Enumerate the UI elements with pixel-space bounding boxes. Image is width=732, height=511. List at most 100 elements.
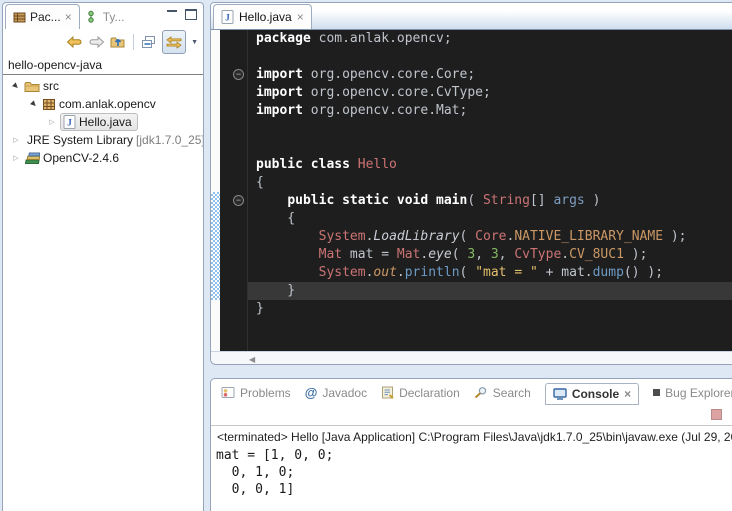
tab-type-hierarchy[interactable]: Ty... bbox=[80, 4, 132, 29]
tree-item-label: src bbox=[43, 79, 59, 93]
chevron-expanded-icon[interactable]: ▶ bbox=[10, 80, 23, 93]
minimize-icon[interactable] bbox=[167, 10, 177, 19]
chevron-collapsed-icon[interactable]: ▷ bbox=[47, 118, 57, 126]
library-icon bbox=[24, 152, 40, 165]
eclipse-window: Pac... × Ty... bbox=[0, 0, 732, 511]
back-button[interactable] bbox=[66, 32, 83, 52]
code-line[interactable]: public class Hello bbox=[248, 156, 732, 174]
back-arrow-icon bbox=[66, 36, 83, 48]
code-line[interactable]: Mat mat = Mat.eye( 3, 3, CvType.CV_8UC1 … bbox=[248, 246, 732, 264]
declaration-icon bbox=[381, 386, 394, 399]
project-root-label[interactable]: hello-opencv-java bbox=[3, 55, 203, 75]
tab-label: Javadoc bbox=[322, 386, 367, 400]
tab-label: Search bbox=[493, 386, 531, 400]
code-line[interactable] bbox=[248, 120, 732, 138]
tab-package-explorer[interactable]: Pac... × bbox=[5, 4, 80, 29]
console-tab-bar: Problems @ Javadoc Declaration Search Co… bbox=[211, 379, 732, 406]
tab-javadoc[interactable]: @ Javadoc bbox=[305, 386, 367, 400]
type-hierarchy-icon bbox=[87, 10, 99, 23]
tree-item-label: com.anlak.opencv bbox=[59, 97, 156, 111]
tab-bug-explorer[interactable]: Bug Explorer bbox=[653, 386, 732, 400]
close-icon[interactable]: × bbox=[624, 388, 631, 400]
chevron-down-icon: ▼ bbox=[191, 39, 198, 46]
tree-item-hello-java[interactable]: ▷ J Hello.java bbox=[3, 113, 203, 131]
code-area[interactable]: package com.anlak.opencv; import org.ope… bbox=[248, 30, 732, 351]
forward-button[interactable] bbox=[88, 32, 105, 52]
tree-item-package[interactable]: ▶ com.anlak.opencv bbox=[3, 95, 203, 113]
code-line[interactable]: import org.opencv.core.Mat; bbox=[248, 102, 732, 120]
package-explorer-panel: Pac... × Ty... bbox=[2, 2, 204, 511]
console-view: Problems @ Javadoc Declaration Search Co… bbox=[210, 378, 732, 511]
package-explorer-icon bbox=[13, 11, 26, 24]
tab-hello-java[interactable]: J Hello.java × bbox=[213, 4, 312, 29]
selected-item-highlight[interactable]: J Hello.java bbox=[60, 113, 138, 131]
code-line[interactable]: { bbox=[248, 210, 732, 228]
fold-collapse-icon[interactable]: − bbox=[233, 195, 244, 206]
console-status-line: <terminated> Hello [Java Application] C:… bbox=[211, 425, 732, 445]
up-folder-icon bbox=[110, 35, 126, 49]
code-line[interactable] bbox=[248, 48, 732, 66]
close-icon[interactable]: × bbox=[65, 11, 72, 23]
tab-search[interactable]: Search bbox=[474, 386, 531, 400]
link-with-editor-icon bbox=[165, 36, 183, 49]
tree-item-jre-library[interactable]: ▷ JRE System Library [jdk1.7.0_25] bbox=[3, 131, 203, 149]
go-up-button[interactable] bbox=[110, 32, 126, 52]
tab-label: Problems bbox=[240, 386, 291, 400]
scroll-left-icon[interactable]: ◀ bbox=[249, 355, 255, 364]
terminate-icon[interactable] bbox=[711, 409, 722, 420]
chevron-collapsed-icon[interactable]: ▷ bbox=[11, 154, 21, 162]
code-line[interactable]: System.out.println( "mat = " + mat.dump(… bbox=[248, 264, 732, 282]
search-icon bbox=[474, 386, 488, 399]
tree-item-opencv-library[interactable]: ▷ OpenCV-2.4.6 bbox=[3, 149, 203, 167]
package-explorer-toolbar: ▼ bbox=[3, 29, 203, 55]
code-line[interactable]: System.LoadLibrary( Core.NATIVE_LIBRARY_… bbox=[248, 228, 732, 246]
tab-label: Hello.java bbox=[239, 10, 292, 24]
problems-icon bbox=[221, 386, 235, 399]
code-line[interactable]: import org.opencv.core.Core; bbox=[248, 66, 732, 84]
chevron-collapsed-icon[interactable]: ▷ bbox=[11, 136, 21, 144]
forward-arrow-icon bbox=[88, 36, 105, 48]
tab-label: Bug Explorer bbox=[665, 386, 732, 400]
annotation-ruler[interactable] bbox=[211, 30, 220, 351]
console-output[interactable]: mat = [1, 0, 0; 0, 1, 0; 0, 0, 1] bbox=[211, 445, 732, 500]
tree-item-src[interactable]: ▶ src bbox=[3, 77, 203, 95]
project-tree: ▶ src ▶ com.anlak.opencv ▷ J Hello.java … bbox=[3, 75, 203, 167]
tab-label: Pac... bbox=[30, 10, 61, 24]
svg-text:J: J bbox=[225, 13, 230, 23]
chevron-expanded-icon[interactable]: ▶ bbox=[28, 98, 41, 111]
tree-item-label: OpenCV-2.4.6 bbox=[43, 151, 119, 165]
tab-problems[interactable]: Problems bbox=[221, 386, 291, 400]
code-line[interactable] bbox=[248, 138, 732, 156]
collapse-all-button[interactable] bbox=[141, 32, 157, 52]
maximize-icon[interactable] bbox=[185, 9, 197, 20]
javadoc-icon: @ bbox=[305, 388, 318, 398]
close-icon[interactable]: × bbox=[297, 11, 304, 23]
code-line[interactable]: public static void main( String[] args ) bbox=[248, 192, 732, 210]
fold-collapse-icon[interactable]: − bbox=[233, 69, 244, 80]
editor-area: J Hello.java × −− package com.anlak.open… bbox=[210, 2, 732, 365]
link-with-editor-button[interactable] bbox=[162, 30, 186, 54]
view-window-buttons bbox=[167, 9, 197, 20]
source-folder-icon bbox=[24, 80, 40, 93]
code-line[interactable]: package com.anlak.opencv; bbox=[248, 30, 732, 48]
horizontal-scrollbar[interactable]: ◀ bbox=[211, 351, 732, 365]
code-line[interactable]: } bbox=[248, 282, 732, 300]
code-line[interactable]: import org.opencv.core.CvType; bbox=[248, 84, 732, 102]
svg-text:J: J bbox=[67, 118, 72, 128]
tree-item-label: JRE System Library bbox=[27, 133, 133, 147]
range-indicator bbox=[211, 192, 220, 300]
code-line[interactable]: } bbox=[248, 300, 732, 318]
tab-label: Console bbox=[572, 387, 619, 401]
java-file-icon: J bbox=[221, 10, 234, 24]
view-menu-button[interactable]: ▼ bbox=[191, 32, 198, 52]
console-icon bbox=[553, 388, 567, 400]
collapse-all-icon bbox=[141, 35, 157, 49]
tab-declaration[interactable]: Declaration bbox=[381, 386, 460, 400]
fold-gutter[interactable]: −− bbox=[220, 30, 248, 351]
tab-label: Ty... bbox=[103, 10, 125, 24]
tab-console[interactable]: Console × bbox=[545, 383, 639, 405]
tab-label: Declaration bbox=[399, 386, 460, 400]
package-explorer-tab-bar: Pac... × Ty... bbox=[3, 3, 203, 29]
editor-tab-bar: J Hello.java × bbox=[211, 3, 732, 30]
code-line[interactable]: { bbox=[248, 174, 732, 192]
